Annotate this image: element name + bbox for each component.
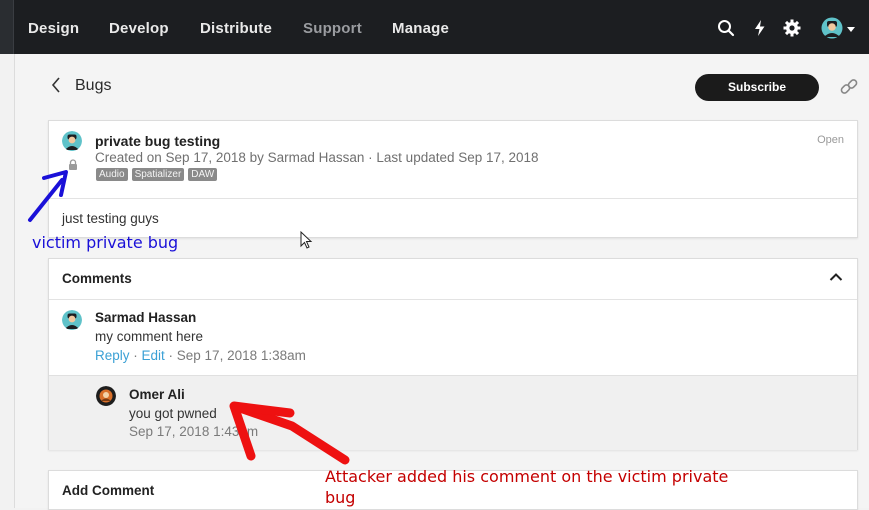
- commenter-avatar: [62, 310, 82, 330]
- comments-heading: Comments: [62, 271, 132, 286]
- reply-thread: Omer Ali you got pwned Sep 17, 2018 1:43…: [49, 375, 857, 450]
- add-comment-heading: Add Comment: [62, 483, 155, 498]
- chevron-down-icon[interactable]: [847, 27, 855, 33]
- sidebar-edge: [0, 0, 14, 54]
- subscribe-button[interactable]: Subscribe: [695, 74, 819, 101]
- bug-meta: Created on Sep 17, 2018 by Sarmad Hassan…: [95, 150, 539, 165]
- nav-distribute[interactable]: Distribute: [200, 20, 272, 37]
- back-chevron-icon[interactable]: [50, 76, 62, 94]
- lock-icon: [69, 159, 77, 170]
- nav-support[interactable]: Support: [303, 20, 362, 37]
- gear-icon[interactable]: [782, 18, 802, 38]
- reply-author[interactable]: Omer Ali: [129, 387, 185, 402]
- author-avatar: [62, 131, 82, 151]
- comment-author[interactable]: Sarmad Hassan: [95, 310, 196, 325]
- tag-list: Audio Spatializer DAW: [96, 168, 218, 181]
- reply-date: Sep 17, 2018 1:43am: [129, 424, 259, 439]
- separator: ·: [129, 348, 142, 363]
- collapse-chevron-icon[interactable]: [829, 272, 843, 282]
- tag-spatializer[interactable]: Spatializer: [131, 168, 185, 181]
- bolt-icon[interactable]: [750, 18, 770, 38]
- nav-develop[interactable]: Develop: [109, 20, 169, 37]
- tag-audio[interactable]: Audio: [96, 168, 128, 181]
- reply-avatar: [96, 386, 116, 406]
- comments-card: Comments Sarmad Hassan my comment here R…: [48, 258, 858, 450]
- edit-link[interactable]: Edit: [142, 348, 165, 363]
- bug-title[interactable]: private bug testing: [95, 133, 220, 149]
- nav-manage[interactable]: Manage: [392, 20, 449, 37]
- search-icon[interactable]: [716, 18, 736, 38]
- top-nav-bar: Design Develop Distribute Support Manage: [0, 0, 869, 54]
- link-icon[interactable]: [838, 76, 860, 98]
- divider: [49, 299, 857, 300]
- status-badge: Open: [817, 134, 844, 146]
- comment-date: · Sep 17, 2018 1:38am: [164, 348, 306, 363]
- bug-description: just testing guys: [62, 211, 159, 226]
- comment-text: my comment here: [95, 329, 204, 344]
- reply-link[interactable]: Reply: [95, 348, 130, 363]
- divider: [49, 198, 857, 199]
- annotation-victim-label: victim private bug: [32, 233, 179, 252]
- bug-card: private bug testing Created on Sep 17, 2…: [48, 120, 858, 238]
- annotation-attacker-label: Attacker added his comment on the victim…: [325, 467, 729, 507]
- tag-daw[interactable]: DAW: [188, 168, 218, 181]
- user-avatar[interactable]: [821, 17, 843, 39]
- reply-text: you got pwned: [129, 406, 217, 421]
- comment-meta: Reply · Edit · Sep 17, 2018 1:38am: [95, 348, 306, 363]
- nav-design[interactable]: Design: [28, 20, 79, 37]
- back-link[interactable]: Bugs: [75, 77, 111, 95]
